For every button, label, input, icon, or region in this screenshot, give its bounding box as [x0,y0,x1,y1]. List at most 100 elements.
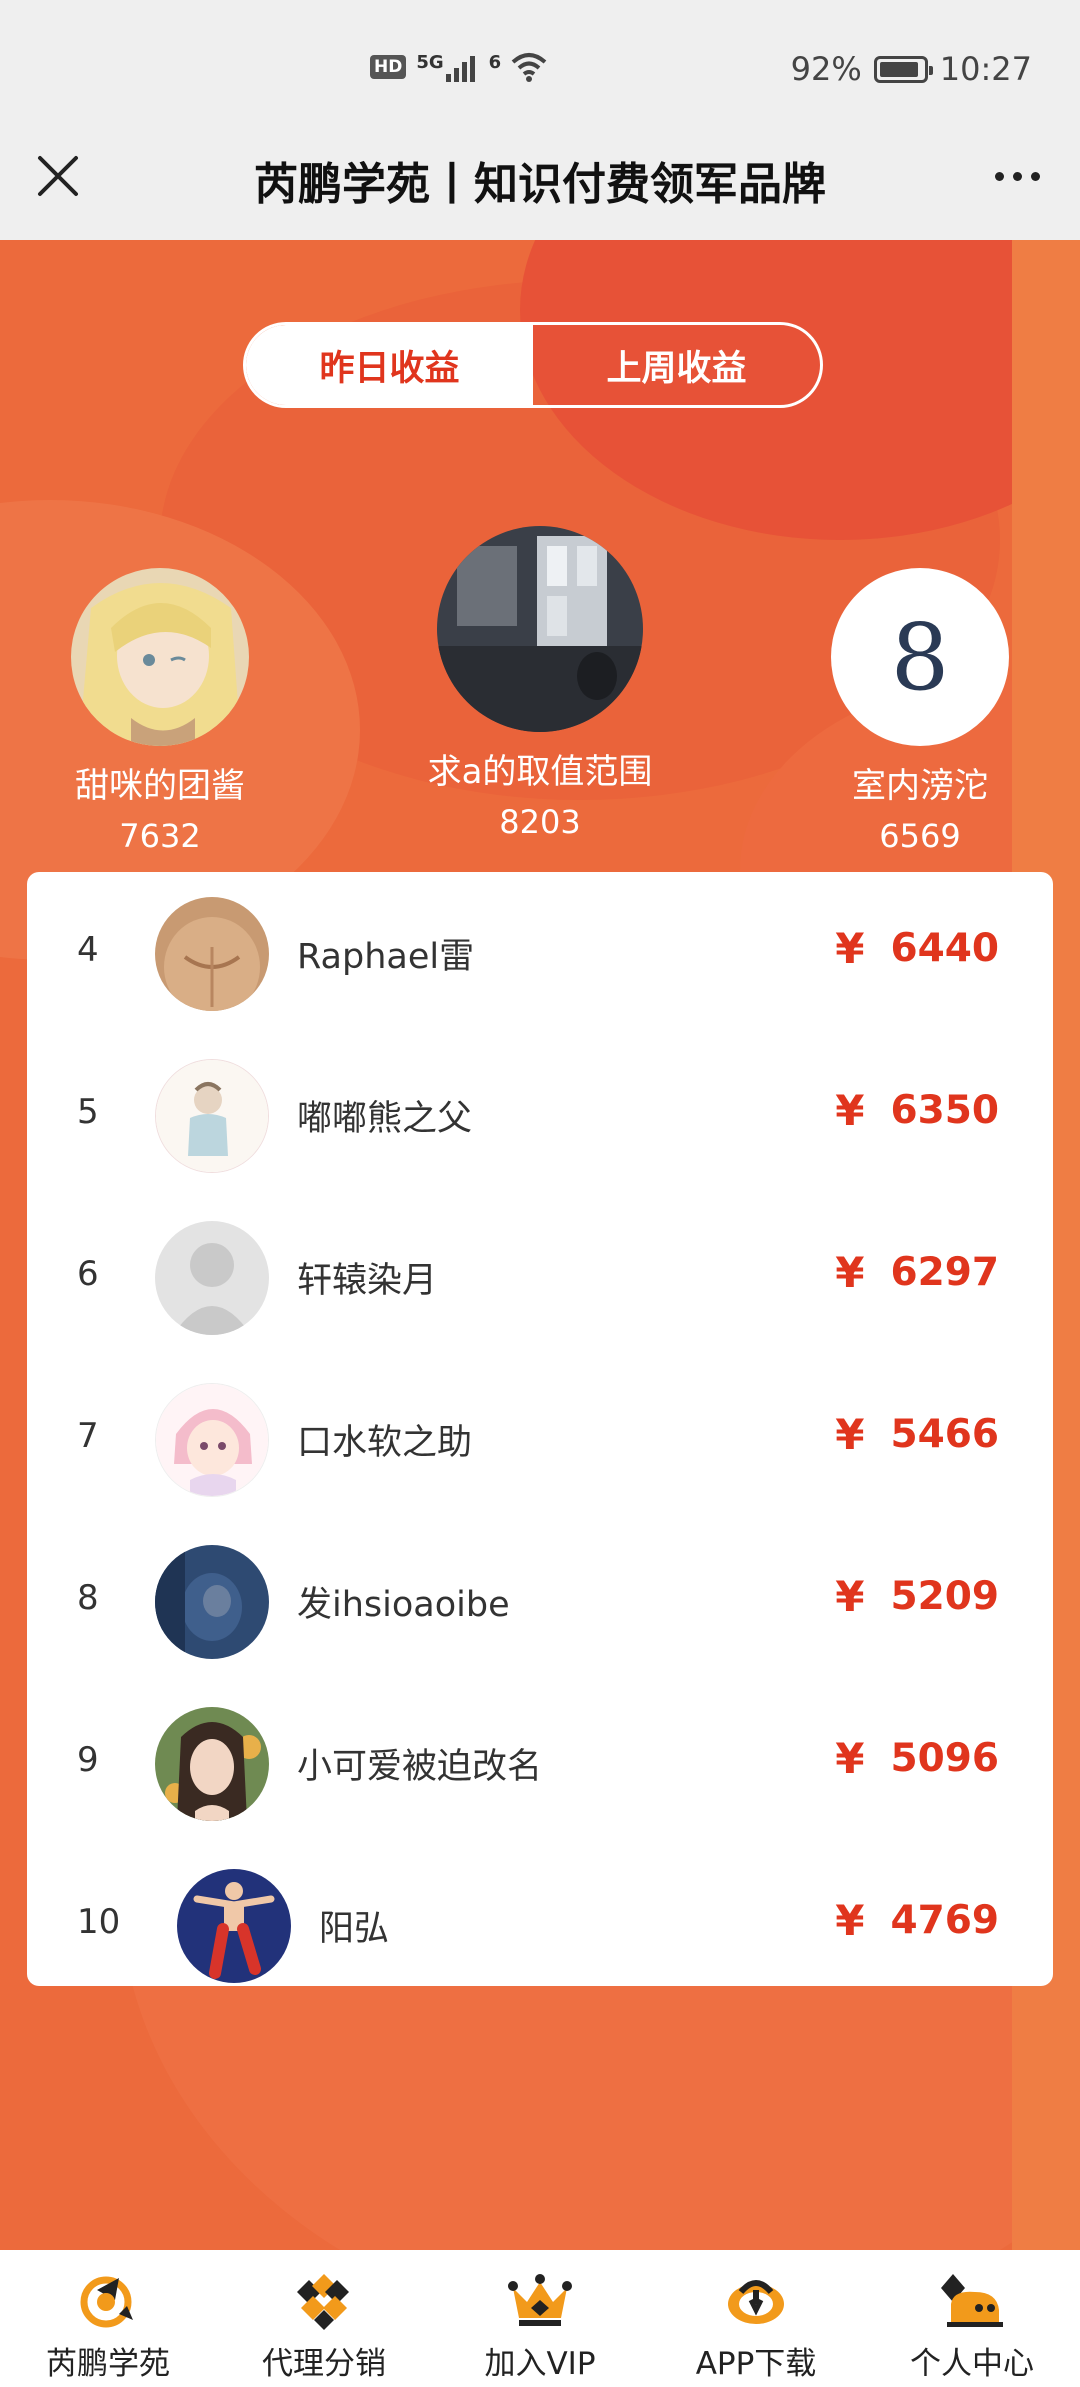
nav-profile[interactable]: 个人中心 [864,2250,1080,2387]
podium-name: 甜咪的团酱 [75,766,245,806]
podium-third[interactable]: 8 室内滂沱 6569 [800,568,1040,855]
currency-symbol: ¥ [835,1572,865,1621]
user-name: 口水软之助 [297,1423,473,1463]
more-dot-icon [1030,171,1040,181]
avatar [71,568,249,746]
nav-label: APP下载 [695,2346,817,2382]
app-download-icon [728,2280,784,2324]
earnings-amount: ¥ 6350 [835,1086,999,1135]
user-name: 轩辕染月 [297,1261,438,1301]
earnings-amount: ¥ 5466 [835,1410,999,1459]
earnings-amount: ¥ 5096 [835,1734,999,1783]
avatar [155,897,269,1011]
amount-value: 5466 [890,1412,999,1457]
currency-symbol: ¥ [835,1896,865,1945]
podium-score: 8203 [499,803,581,841]
list-item[interactable]: 5 嘟嘟熊之父 ¥ 6350 [27,1034,1053,1196]
bottom-nav: 芮鹏学苑 代理分销 加入VIP APP下载 个人中心 [0,2250,1080,2387]
rank-number: 4 [77,930,99,970]
nav-academy[interactable]: 芮鹏学苑 [0,2250,216,2387]
nav-label: 加入VIP [484,2346,596,2382]
period-toggle: 昨日收益 上周收益 [243,322,823,408]
list-item[interactable]: 8 发ihsioaoibe ¥ 5209 [27,1520,1053,1682]
battery-percent: 92% [790,50,862,88]
leaderboard-page: 昨日收益 上周收益 甜咪的团酱 7632 求a的取值范围 8203 8 室内滂沱… [0,240,1080,2250]
more-dot-icon [994,171,1004,181]
page-title: 芮鹏学苑丨知识付费领军品牌 [254,159,826,210]
hd-badge: HD [370,55,407,79]
wifi-icon [511,53,547,82]
currency-symbol: ¥ [835,1734,865,1783]
avatar [155,1545,269,1659]
user-name: 阳弘 [319,1909,390,1949]
user-name: Raphael雷 [297,937,475,977]
rank-number: 6 [77,1254,99,1294]
currency-symbol: ¥ [835,1410,865,1459]
currency-symbol: ¥ [835,924,865,973]
earnings-amount: ¥ 6440 [835,924,999,973]
title-bar: 芮鹏学苑丨知识付费领军品牌 [0,120,1080,240]
avatar [155,1707,269,1821]
avatar: 8 [831,568,1009,746]
rank-number: 7 [77,1416,99,1456]
ranking-list: 4 Raphael雷 ¥ 6440 5 嘟嘟熊之父 ¥ 6350 6 轩辕染月 … [27,872,1053,1986]
profile-icon [941,2274,1003,2327]
currency-symbol: ¥ [835,1086,865,1135]
status-bar: HD 5G 6 92% 10:27 [0,0,1080,140]
vip-crown-icon [508,2274,572,2326]
amount-value: 6297 [890,1250,999,1295]
list-item[interactable]: 10 阳弘 ¥ 4769 [27,1844,1053,2006]
user-name: 小可爱被迫改名 [297,1747,543,1787]
avatar [155,1059,269,1173]
wifi-badge: 6 [488,52,502,73]
signal-icon [445,52,475,82]
avatar [155,1221,269,1335]
tab-yesterday-earnings[interactable]: 昨日收益 [246,325,533,405]
nav-label: 代理分销 [262,2346,386,2382]
list-item[interactable]: 4 Raphael雷 ¥ 6440 [27,872,1053,1034]
more-options-button[interactable] [982,146,1052,206]
status-bar-network: HD 5G 6 [370,52,547,82]
podium-score: 6569 [879,817,961,855]
earnings-amount: ¥ 5209 [835,1572,999,1621]
earnings-amount: ¥ 6297 [835,1248,999,1297]
nav-label: 个人中心 [910,2346,1034,2382]
battery-level [879,61,919,77]
user-name: 嘟嘟熊之父 [297,1099,473,1139]
amount-value: 6440 [890,926,999,971]
podium-second[interactable]: 甜咪的团酱 7632 [40,568,280,855]
nav-join-vip[interactable]: 加入VIP [432,2250,648,2387]
amount-value: 6350 [890,1088,999,1133]
podium-name: 室内滂沱 [852,766,988,806]
tab-last-week-earnings[interactable]: 上周收益 [533,325,820,405]
list-item[interactable]: 9 小可爱被迫改名 ¥ 5096 [27,1682,1053,1844]
amount-value: 5096 [890,1736,999,1781]
rank-number: 5 [77,1092,99,1132]
podium-name: 求a的取值范围 [427,752,653,792]
avatar-glyph: 8 [890,603,950,711]
nav-distribution[interactable]: 代理分销 [216,2250,432,2387]
currency-symbol: ¥ [835,1248,865,1297]
rank-number: 9 [77,1740,99,1780]
more-dot-icon [1012,171,1022,181]
list-item[interactable]: 7 口水软之助 ¥ 5466 [27,1358,1053,1520]
podium-score: 7632 [119,817,201,855]
user-name: 发ihsioaoibe [297,1585,510,1625]
network-type: 5G [416,52,444,73]
close-icon [38,156,78,196]
podium-first[interactable]: 求a的取值范围 8203 [390,526,690,841]
status-bar-right: 92% 10:27 [791,50,1032,88]
avatar [155,1383,269,1497]
amount-value: 5209 [890,1574,999,1619]
clock: 10:27 [939,50,1032,88]
distribution-icon [297,2274,349,2330]
avatar [177,1869,291,1983]
earnings-amount: ¥ 4769 [835,1896,999,1945]
nav-app-download[interactable]: APP下载 [648,2250,864,2387]
academy-icon [80,2276,133,2328]
avatar [437,526,643,732]
close-button[interactable] [28,146,88,206]
nav-label: 芮鹏学苑 [46,2346,170,2382]
amount-value: 4769 [890,1898,999,1943]
list-item[interactable]: 6 轩辕染月 ¥ 6297 [27,1196,1053,1358]
